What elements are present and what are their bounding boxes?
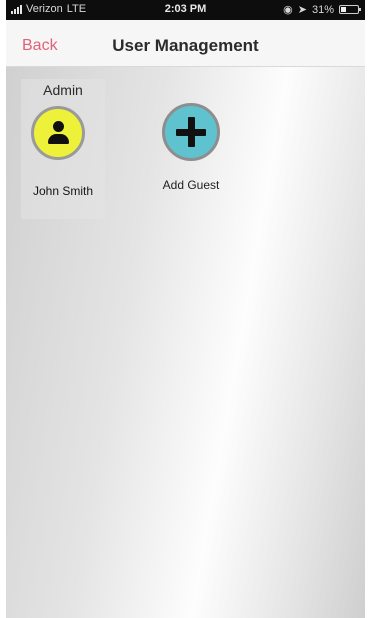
page-title: User Management <box>112 36 259 55</box>
user-list: Admin John Smith Add Guest <box>6 67 365 618</box>
status-right: ◉ ➤ 31% <box>283 3 361 16</box>
battery-percent: 31% <box>311 3 334 16</box>
add-guest-button[interactable]: Add Guest <box>156 103 236 203</box>
user-name-label: John Smith <box>32 184 94 198</box>
user-role-label: Admin <box>43 82 83 98</box>
lock-rotation-icon: ◉ <box>283 4 293 16</box>
nav-bar: Back User Management <box>6 20 365 67</box>
add-guest-label: Add Guest <box>162 178 220 192</box>
battery-fill <box>341 7 346 12</box>
location-arrow-icon: ➤ <box>297 4 307 16</box>
plus-icon <box>162 103 220 161</box>
status-bar: Verizon LTE 2:03 PM ◉ ➤ 31% <box>6 0 365 20</box>
battery-icon <box>339 5 361 14</box>
phone-screen: Verizon LTE 2:03 PM ◉ ➤ 31% Back User Ma… <box>6 0 365 618</box>
user-card-admin[interactable]: Admin John Smith <box>21 79 105 219</box>
person-icon <box>31 106 85 160</box>
